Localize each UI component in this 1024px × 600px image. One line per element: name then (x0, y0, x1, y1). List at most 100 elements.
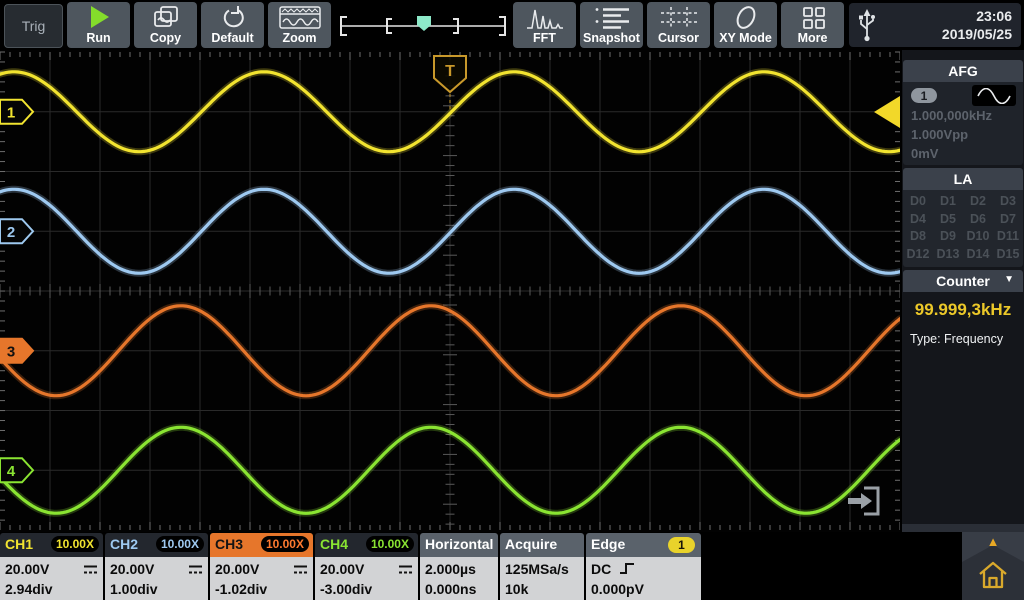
ch3-position: -1.02div (215, 579, 313, 599)
corner-menu-panel: ▲ (962, 532, 1024, 600)
ch2-probe-factor: 10.00X (156, 536, 204, 552)
svg-text:4: 4 (7, 463, 16, 480)
dc-coupling-icon (398, 564, 413, 575)
la-line-d15: D15 (993, 246, 1023, 264)
play-icon (67, 5, 130, 29)
afg-frequency: 1.000,000kHz (911, 108, 992, 123)
trigger-status-section[interactable]: Edge 1 DC 0.000pV (586, 533, 701, 600)
sidebar-bottom-strip (902, 524, 1024, 532)
la-line-d0: D0 (903, 193, 933, 211)
fft-label: FFT (533, 31, 556, 45)
ch3-scale: 20.00V (215, 561, 259, 577)
home-icon[interactable] (976, 558, 1010, 592)
copy-icon (134, 5, 197, 29)
ch4-scale: 20.00V (320, 561, 364, 577)
bottom-status-bar: CH1 10.00X 20.00V 2.94div CH2 10.00X 20.… (0, 532, 1024, 600)
svg-text:1: 1 (7, 104, 15, 121)
ch2-label: CH2 (110, 536, 138, 552)
la-line-d6: D6 (963, 211, 993, 229)
default-label: Default (211, 31, 253, 45)
ch3-label: CH3 (215, 536, 243, 552)
trigger-type: Edge (591, 536, 625, 552)
cursor-crosshair-icon (647, 5, 710, 29)
channel-marker-CH3[interactable]: 3 (0, 339, 33, 363)
run-button[interactable]: Run (67, 2, 130, 48)
la-line-d9: D9 (933, 228, 963, 246)
sine-icon (976, 88, 1012, 104)
la-panel-body[interactable]: D0D1D2D3D4D5D6D7D8D9D10D11D12D13D14D15 (903, 190, 1023, 267)
dc-coupling-icon (188, 564, 203, 575)
horizontal-delay: 0.000ns (425, 579, 498, 599)
acquire-sample-rate: 125MSa/s (505, 559, 584, 579)
ch4-status-section[interactable]: CH4 10.00X 20.00V -3.00div (315, 533, 418, 600)
la-line-d3: D3 (993, 193, 1023, 211)
channel-marker-CH4[interactable]: 4 (0, 458, 33, 482)
xy-mode-button[interactable]: XY Mode (714, 2, 777, 48)
reset-icon (201, 5, 264, 29)
afg-waveform-box (972, 85, 1016, 106)
usb-icon (856, 8, 878, 48)
ch1-label: CH1 (5, 536, 33, 552)
svg-text:3: 3 (7, 343, 15, 360)
more-button[interactable]: More (781, 2, 844, 48)
waveform-display-area[interactable]: 1234T (0, 50, 900, 532)
trigger-position-pointer (417, 16, 431, 31)
la-line-d11: D11 (993, 228, 1023, 246)
la-line-d1: D1 (933, 193, 963, 211)
trig-status-button[interactable]: Trig (4, 4, 63, 48)
ch1-probe-factor: 10.00X (51, 536, 99, 552)
cursor-button[interactable]: Cursor (647, 2, 710, 48)
la-line-d5: D5 (933, 211, 963, 229)
expand-up-arrow[interactable]: ▲ (962, 535, 1024, 548)
ch2-status-section[interactable]: CH2 10.00X 20.00V 1.00div (105, 533, 208, 600)
copy-label: Copy (150, 31, 181, 45)
acquire-status-section[interactable]: Acquire 125MSa/s 10k (500, 533, 584, 600)
xy-mode-label: XY Mode (719, 31, 772, 45)
channel-marker-CH2[interactable]: 2 (0, 219, 33, 243)
zoom-waveform-icon (268, 5, 331, 29)
ch1-status-section[interactable]: CH1 10.00X 20.00V 2.94div (0, 533, 103, 600)
horizontal-status-section[interactable]: Horizontal 2.000µs 0.000ns (420, 533, 498, 600)
counter-type: Type: Frequency (910, 332, 1003, 346)
run-label: Run (86, 31, 110, 45)
trigger-coupling: DC (591, 561, 611, 577)
ch1-scale: 20.00V (5, 561, 49, 577)
snapshot-list-icon (580, 5, 643, 29)
channel-marker-CH1[interactable]: 1 (0, 100, 33, 124)
counter-value: 99.999,3kHz (902, 300, 1024, 320)
snapshot-label: Snapshot (583, 31, 640, 45)
ch3-probe-factor: 10.00X (261, 536, 309, 552)
zoom-label: Zoom (282, 31, 316, 45)
default-button[interactable]: Default (201, 2, 264, 48)
dc-coupling-icon (293, 564, 308, 575)
oscilloscope-screen: Trig Run Copy (0, 0, 1024, 600)
horizontal-title: Horizontal (425, 536, 493, 552)
acquire-memory-depth: 10k (505, 579, 584, 599)
la-line-d8: D8 (903, 228, 933, 246)
counter-panel-header[interactable]: Counter ▼ (903, 270, 1023, 292)
svg-text:2: 2 (7, 224, 15, 241)
counter-title: Counter (936, 273, 990, 289)
afg-panel-body[interactable]: 1 1.000,000kHz 1.000Vpp 0mV (903, 82, 1023, 165)
snapshot-button[interactable]: Snapshot (580, 2, 643, 48)
zoom-button[interactable]: Zoom (268, 2, 331, 48)
la-line-d2: D2 (963, 193, 993, 211)
la-panel-header[interactable]: LA (903, 168, 1023, 190)
horizontal-position-indicator[interactable] (336, 2, 510, 48)
clock-panel[interactable]: 23:06 2019/05/25 (849, 3, 1021, 47)
trigger-level-arrow[interactable] (874, 96, 900, 128)
la-line-d7: D7 (993, 211, 1023, 229)
fft-button[interactable]: FFT (513, 2, 576, 48)
ch3-status-section[interactable]: CH3 10.00X 20.00V -1.02div (210, 533, 313, 600)
ch4-probe-factor: 10.00X (366, 536, 414, 552)
rising-edge-icon (619, 561, 635, 576)
ch4-position: -3.00div (320, 579, 418, 599)
chevron-down-icon: ▼ (1004, 274, 1014, 285)
la-line-d10: D10 (963, 228, 993, 246)
right-sidebar: AFG 1 1.000,000kHz 1.000Vpp 0mV LA D0D1D… (902, 50, 1024, 532)
la-line-d4: D4 (903, 211, 933, 229)
copy-button[interactable]: Copy (134, 2, 197, 48)
ch1-position: 2.94div (5, 579, 103, 599)
la-digital-lines: D0D1D2D3D4D5D6D7D8D9D10D11D12D13D14D15 (903, 193, 1023, 263)
afg-panel-header[interactable]: AFG (903, 60, 1023, 82)
